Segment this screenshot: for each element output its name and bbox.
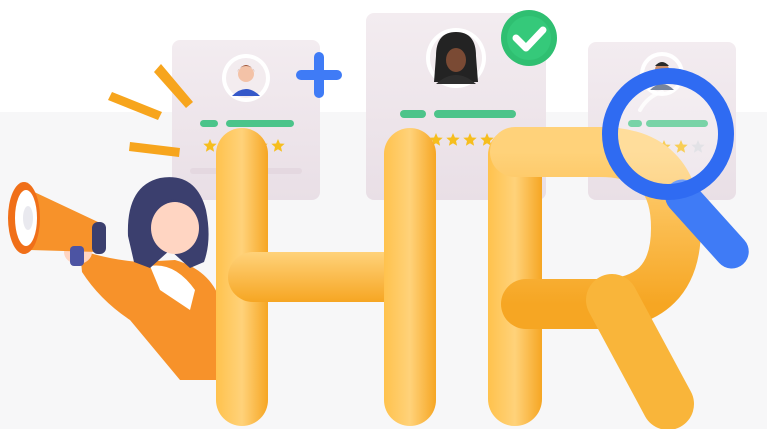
rating-bar xyxy=(226,120,294,127)
rating-bar xyxy=(400,110,426,118)
rating-bar xyxy=(434,110,516,118)
letter-h-right-stem xyxy=(384,128,436,426)
illustration-canvas xyxy=(0,0,767,429)
hr-illustration xyxy=(0,0,767,429)
rating-bar xyxy=(200,120,218,127)
check-icon xyxy=(501,10,557,66)
